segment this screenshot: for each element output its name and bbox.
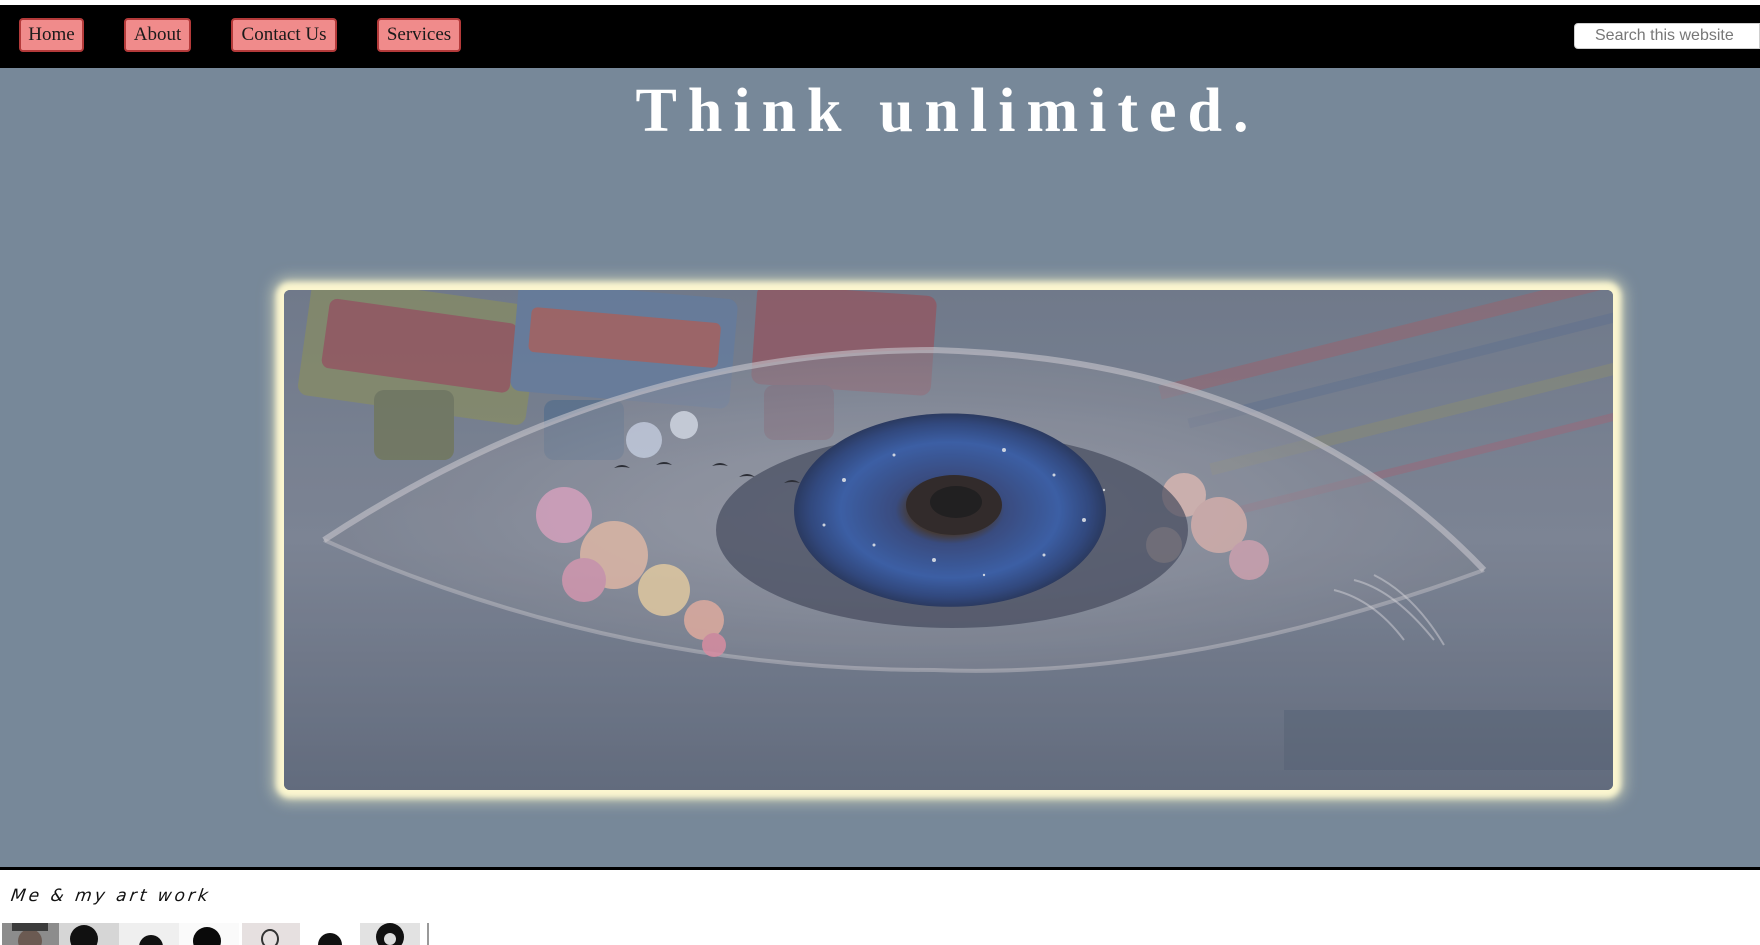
footer: Me & my art work (0, 867, 1760, 945)
nav-services-button[interactable]: Services (377, 18, 461, 52)
nav-about-button[interactable]: About (124, 18, 191, 52)
nav-home-button[interactable]: Home (19, 18, 84, 52)
hero-eye-artwork-image (284, 290, 1613, 790)
hero-section: Think unlimited. (0, 68, 1760, 867)
page: Home About Contact Us Services Think unl… (0, 0, 1760, 945)
thumbnail-sketch-portrait[interactable] (300, 923, 360, 945)
nav-contact-us-button[interactable]: Contact Us (231, 18, 337, 52)
navbar: Home About Contact Us Services (0, 5, 1760, 68)
eye-artwork-illustration (284, 290, 1613, 790)
thumbnail-sketch-portrait[interactable] (119, 923, 179, 945)
artwork-thumbnail-strip (2, 923, 429, 945)
thumbnail-sketch-portrait[interactable] (242, 923, 302, 945)
thumbnail-portrait-photo[interactable] (2, 923, 62, 945)
search-input[interactable] (1574, 23, 1760, 49)
thumbnail-sketch-portrait[interactable] (59, 923, 119, 945)
thumbnail-sketch-portrait[interactable] (179, 923, 239, 945)
footer-caption: Me & my art work (9, 886, 213, 906)
hero-title: Think unlimited. (635, 77, 1260, 145)
thumbnail-sketch-portrait[interactable] (360, 923, 420, 945)
